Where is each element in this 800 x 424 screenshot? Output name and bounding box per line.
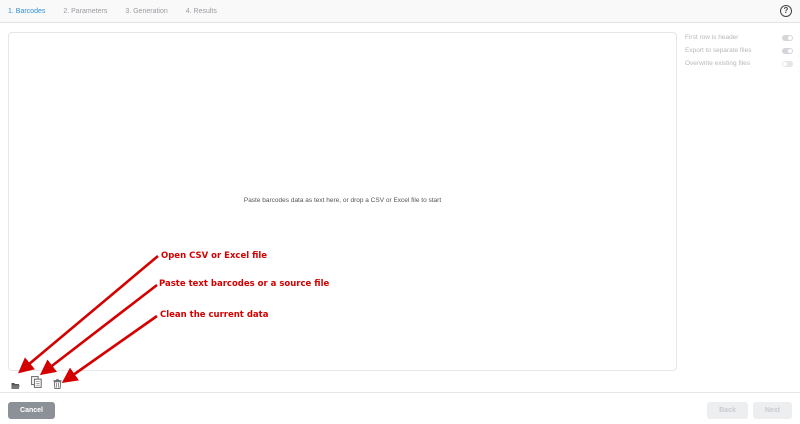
step-parameters[interactable]: 2. Parameters — [63, 7, 107, 16]
first-row-header-toggle[interactable] — [782, 34, 793, 41]
annotation-open-file: Open CSV or Excel file — [161, 251, 268, 261]
next-button[interactable]: Next — [753, 402, 792, 419]
overwrite-toggle[interactable] — [782, 60, 793, 67]
wizard-steps: 1. Barcodes 2. Parameters 3. Generation … — [8, 7, 235, 16]
editor-placeholder-text: Paste barcodes data as text here, or dro… — [243, 197, 442, 204]
back-button[interactable]: Back — [707, 402, 748, 419]
annotation-clean: Clean the current data — [160, 310, 269, 320]
annotation-paste: Paste text barcodes or a source file — [159, 279, 330, 289]
step-generation[interactable]: 3. Generation — [125, 7, 167, 16]
export-separate-toggle[interactable] — [782, 47, 793, 54]
help-button[interactable]: ? — [780, 5, 792, 17]
footer-bar: Cancel Back Next — [0, 392, 800, 424]
step-barcodes[interactable]: 1. Barcodes — [8, 7, 45, 16]
cancel-button[interactable]: Cancel — [8, 402, 55, 419]
option-label: Overwrite existing files — [685, 60, 751, 67]
wizard-steps-bar: 1. Barcodes 2. Parameters 3. Generation … — [0, 0, 800, 23]
options-panel: First row is header Export to separate f… — [685, 31, 793, 70]
paste-icon[interactable] — [31, 375, 42, 393]
barcode-data-editor[interactable]: Paste barcodes data as text here, or dro… — [8, 32, 677, 371]
step-results[interactable]: 4. Results — [186, 7, 217, 16]
option-overwrite: Overwrite existing files — [685, 57, 793, 70]
option-export-separate: Export to separate files — [685, 44, 793, 57]
option-label: Export to separate files — [685, 47, 752, 54]
option-label: First row is header — [685, 34, 739, 41]
option-first-row-header: First row is header — [685, 31, 793, 44]
